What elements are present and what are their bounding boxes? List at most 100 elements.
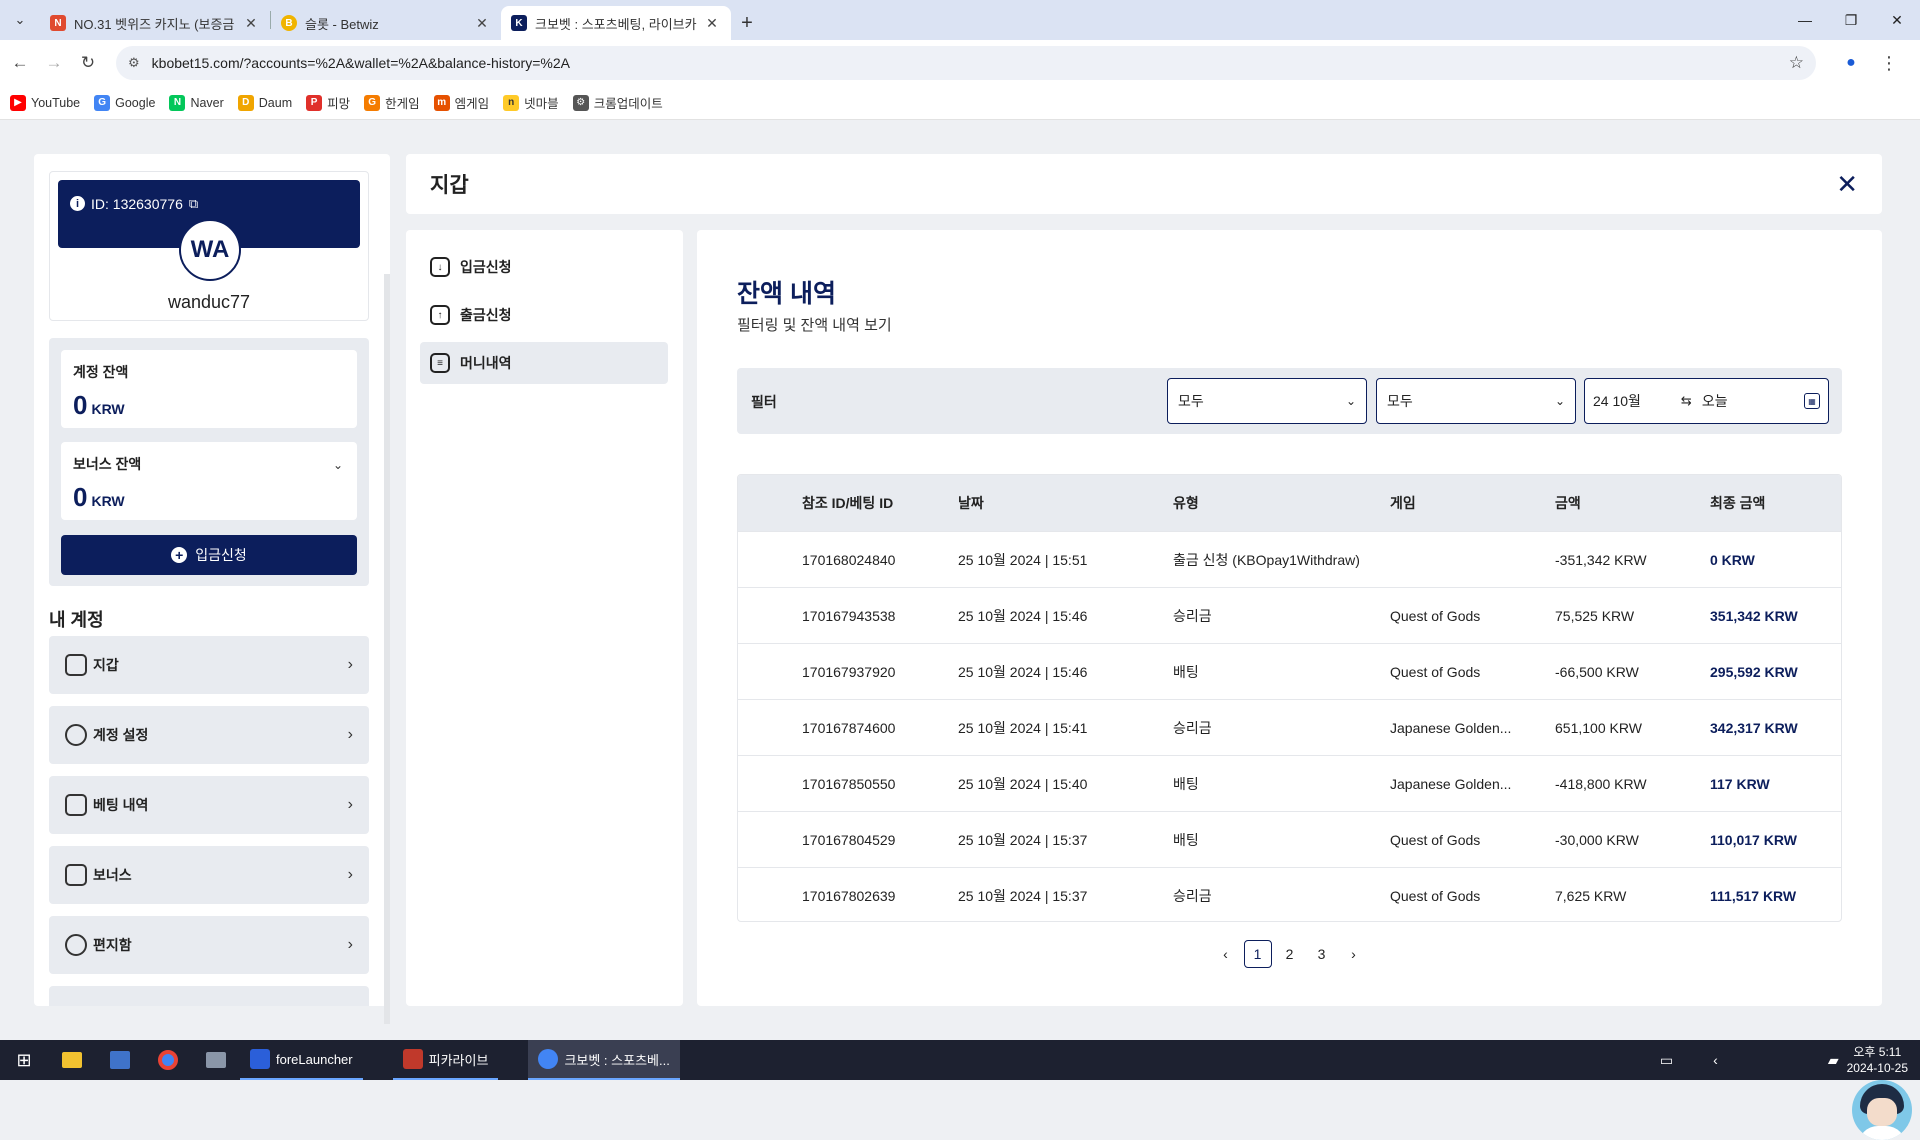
file-explorer-icon[interactable] xyxy=(48,1040,96,1080)
bonus-balance-amount: 0 KRW xyxy=(73,482,125,512)
close-icon[interactable]: ✕ xyxy=(1836,169,1858,200)
bookmark-naver[interactable]: N Naver xyxy=(169,94,224,111)
submenu-deposit[interactable]: ↓ 입금신청 xyxy=(420,246,668,288)
type-filter-select[interactable]: 모두 ⌄ xyxy=(1167,378,1367,424)
cell-final-amount: 0 KRW xyxy=(1710,551,1755,568)
cell-final-amount: 117 KRW xyxy=(1710,775,1770,792)
sidebar-item-wallet[interactable]: 지갑 › xyxy=(49,636,369,694)
table-row: 170167802639 25 10월 2024 | 15:37 승리금 Que… xyxy=(738,867,1841,921)
taskbar-app-forelauncher[interactable]: foreLauncher xyxy=(240,1040,363,1080)
bookmark-youtube[interactable]: ▶ YouTube xyxy=(10,94,80,111)
cell-game: Quest of Gods xyxy=(1390,607,1481,624)
sidebar-item-bonus[interactable]: 보너스 › xyxy=(49,846,369,904)
page-body: i ID: 132630776 ⧉ WA wanduc77 계정 잔액 0 KRW… xyxy=(0,120,1920,1140)
chevron-down-icon[interactable]: ⌄ xyxy=(333,458,343,472)
sidebar-item-account-settings[interactable]: 계정 설정 › xyxy=(49,706,369,764)
taskbar-app-pikalive[interactable]: 피카라이브 xyxy=(392,1040,499,1080)
address-bar[interactable]: ⚙ kbobet15.com/?accounts=%2A&wallet=%2A&… xyxy=(116,46,1816,80)
browser-tab-betwiz-casino[interactable]: N NO.31 벳위즈 카지노 (보증금 ✕ xyxy=(40,6,270,40)
battery-icon[interactable]: ▰ xyxy=(1828,1052,1839,1069)
netmarble-icon: n xyxy=(503,94,520,111)
browser-tab-betwiz-slot[interactable]: B 슬롯 - Betwiz ✕ xyxy=(271,6,501,40)
chevron-right-icon: › xyxy=(347,936,353,953)
reload-icon[interactable]: ↻ xyxy=(74,53,102,73)
chrome-icon[interactable] xyxy=(144,1040,192,1080)
network-icon[interactable]: ▭ xyxy=(1660,1052,1673,1069)
col-header-type: 유형 xyxy=(1173,495,1199,511)
sidebar-item-inbox[interactable]: 편지함 › xyxy=(49,916,369,974)
bookmark-star-icon[interactable]: ☆ xyxy=(1789,53,1804,73)
table-row: 170167874600 25 10월 2024 | 15:41 승리금 Jap… xyxy=(738,699,1841,755)
filter-bar: 필터 모두 ⌄ 모두 ⌄ 24 10월 ⇆ 오늘 ▦ xyxy=(737,368,1842,434)
restore-icon[interactable]: ❐ xyxy=(1828,0,1874,40)
copy-icon[interactable]: ⧉ xyxy=(189,196,198,212)
cell-type: 출금 신청 (KBOpay1Withdraw) xyxy=(1173,551,1360,568)
bookmark-pmang[interactable]: P 피망 xyxy=(306,93,350,112)
app-icon[interactable] xyxy=(192,1040,240,1080)
forward-icon[interactable]: → xyxy=(40,53,68,73)
profile-icon[interactable]: ● xyxy=(1836,48,1866,78)
date-to[interactable]: 오늘 xyxy=(1702,391,1804,411)
windows-start-icon[interactable]: ⊞ xyxy=(0,1040,48,1080)
col-header-final-amount: 최종 금액 xyxy=(1710,495,1766,511)
google-icon: G xyxy=(94,94,111,111)
user-id: ID: 132630776 xyxy=(91,196,183,212)
new-tab-button[interactable]: + xyxy=(731,6,763,40)
clock[interactable]: 오후 5:11 2024-10-25 xyxy=(1847,1044,1908,1076)
tab-search-icon[interactable]: ⌄ xyxy=(0,0,40,40)
sidebar-scrollbar[interactable] xyxy=(384,274,390,1024)
wallet-submenu: ↓ 입금신청 ↑ 출금신청 ≡ 머니내역 xyxy=(406,230,683,1006)
calendar-icon[interactable]: ▦ xyxy=(1804,393,1820,409)
deposit-icon: ↓ xyxy=(430,257,450,277)
browser-toolbar: ← → ↻ ⚙ kbobet15.com/?accounts=%2A&walle… xyxy=(0,40,1920,86)
browser-menu-icon[interactable]: ⋮ xyxy=(1880,53,1898,74)
bonus-balance-card[interactable]: 보너스 잔액 ⌄ 0 KRW xyxy=(61,442,357,520)
site-info-icon[interactable]: ⚙ xyxy=(128,55,140,71)
page-3[interactable]: 3 xyxy=(1308,940,1336,968)
minimize-icon[interactable]: — xyxy=(1782,0,1828,40)
browser-tab-kbobet[interactable]: K 크보벳 : 스포츠베팅, 라이브카 ✕ xyxy=(501,6,731,40)
bookmark-mgame[interactable]: m 엠게임 xyxy=(433,93,489,112)
cell-type: 승리금 xyxy=(1173,719,1212,736)
date-from[interactable]: 24 10월 xyxy=(1593,391,1641,411)
app-icon[interactable] xyxy=(96,1040,144,1080)
deposit-button[interactable]: + 입금신청 xyxy=(61,535,357,575)
submenu-money-history[interactable]: ≡ 머니내역 xyxy=(420,342,668,384)
cell-type: 배팅 xyxy=(1173,775,1199,792)
support-chat-avatar[interactable] xyxy=(1852,1080,1912,1140)
game-filter-select[interactable]: 모두 ⌄ xyxy=(1376,378,1576,424)
cell-type: 승리금 xyxy=(1173,607,1212,624)
url-text[interactable]: kbobet15.com/?accounts=%2A&wallet=%2A&ba… xyxy=(152,55,1789,71)
sidebar-item-betting-history[interactable]: 베팅 내역 › xyxy=(49,776,369,834)
cell-game: Quest of Gods xyxy=(1390,887,1481,904)
tab-close-icon[interactable]: ✕ xyxy=(703,15,721,32)
cell-game: Japanese Golden... xyxy=(1390,719,1512,736)
prev-page-icon[interactable]: ‹ xyxy=(1212,940,1240,968)
bookmark-google[interactable]: G Google xyxy=(94,94,155,111)
tab-close-icon[interactable]: ✕ xyxy=(242,15,260,32)
window-close-icon[interactable]: ✕ xyxy=(1874,0,1920,40)
bookmark-netmarble[interactable]: n 넷마블 xyxy=(503,93,559,112)
bookmark-daum[interactable]: D Daum xyxy=(237,94,292,111)
date-range-picker[interactable]: 24 10월 ⇆ 오늘 ▦ xyxy=(1584,378,1829,424)
next-page-icon[interactable]: › xyxy=(1340,940,1368,968)
page-1[interactable]: 1 xyxy=(1243,940,1272,968)
youtube-icon: ▶ xyxy=(10,94,26,111)
bookmark-hangame[interactable]: G 한게임 xyxy=(364,93,420,112)
cell-type: 배팅 xyxy=(1173,663,1199,680)
window-controls: — ❐ ✕ xyxy=(1782,0,1920,40)
my-account-heading: 내 계정 xyxy=(49,610,104,630)
receipt-icon xyxy=(65,794,87,816)
bookmark-chrome-update[interactable]: ⚙ 크롬업데이트 xyxy=(572,93,663,112)
page-2[interactable]: 2 xyxy=(1276,940,1304,968)
naver-icon: N xyxy=(169,94,186,111)
back-icon[interactable]: ← xyxy=(6,53,34,73)
cell-final-amount: 351,342 KRW xyxy=(1710,607,1798,624)
sidebar-item-more[interactable] xyxy=(49,986,369,1006)
tab-title: 슬롯 - Betwiz xyxy=(305,16,379,32)
account-sidebar: i ID: 132630776 ⧉ WA wanduc77 계정 잔액 0 KRW… xyxy=(34,154,390,1006)
taskbar-app-chrome[interactable]: 크보벳 : 스포츠베... xyxy=(528,1040,680,1080)
tab-close-icon[interactable]: ✕ xyxy=(473,15,491,32)
chevron-left-icon[interactable]: ‹ xyxy=(1713,1052,1718,1068)
submenu-withdraw[interactable]: ↑ 출금신청 xyxy=(420,294,668,336)
